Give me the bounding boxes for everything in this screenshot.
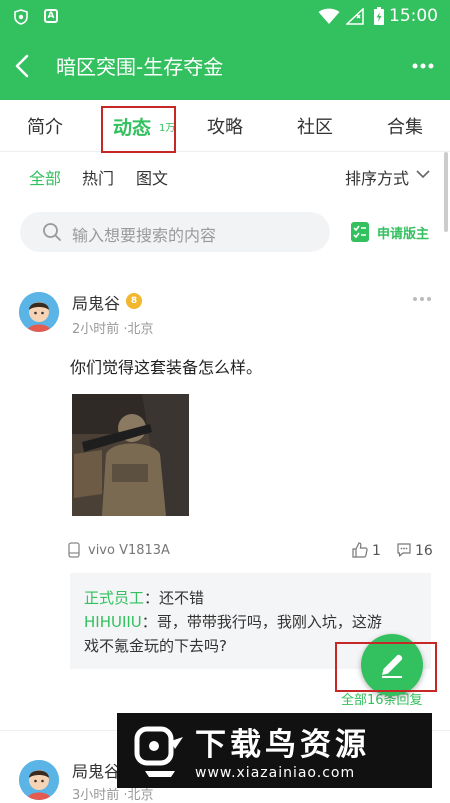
comment-icon[interactable] (396, 542, 412, 558)
soldier-photo-image (72, 394, 189, 516)
status-bar: A 15:00 (0, 0, 450, 34)
tab-guides[interactable]: 攻略 (207, 113, 243, 139)
filter-image-text[interactable]: 图文 (136, 165, 168, 189)
post-username[interactable]: 局鬼谷 (72, 290, 120, 314)
avatar[interactable] (19, 760, 59, 800)
chevron-down-icon[interactable] (416, 170, 430, 179)
search-icon (43, 223, 61, 241)
phone-icon (68, 542, 80, 558)
apply-moderator-label: 申请版主 (377, 227, 430, 242)
bird-logo-icon (134, 726, 183, 777)
font-icon: A (44, 9, 58, 23)
comment-text-continued: 戏不氪金玩的下去吗? (84, 637, 227, 655)
clock: 15:00 (389, 6, 438, 26)
page-title: 暗区突围-生存夺金 (56, 55, 224, 79)
more-icon[interactable] (412, 62, 434, 70)
back-arrow-icon[interactable] (14, 54, 30, 78)
wifi-icon (318, 8, 340, 24)
watermark-banner: 下载鸟资源 www.xiazainiao.com (117, 713, 432, 788)
post-meta: 2小时前 ·北京 (72, 322, 154, 337)
post-image[interactable] (72, 394, 189, 516)
signal-icon (346, 8, 364, 25)
comment-count: 16 (415, 543, 433, 559)
watermark-title: 下载鸟资源 (195, 727, 370, 763)
sort-dropdown[interactable]: 排序方式 (345, 165, 409, 189)
annotation-highlight-box (335, 642, 437, 692)
checklist-icon (351, 222, 369, 242)
filter-all[interactable]: 全部 (29, 165, 61, 189)
battery-charging-icon (374, 7, 384, 25)
comment-author[interactable]: 正式员工 (84, 589, 144, 607)
user-avatar-icon (19, 760, 59, 800)
like-count: 1 (372, 543, 381, 559)
app-bar: 暗区突围-生存夺金 (0, 34, 450, 100)
shield-icon (14, 9, 28, 25)
tab-bar: 简介 动态 1万 攻略 社区 合集 (0, 100, 450, 152)
comment-row: 正式员工：还不错 (84, 587, 204, 610)
thumbs-up-icon[interactable] (352, 542, 368, 558)
scrollbar[interactable] (444, 152, 448, 232)
watermark-url: www.xiazainiao.com (195, 765, 356, 781)
user-avatar-icon (19, 292, 59, 332)
comment-text: 哥，带带我行吗，我刚入坑，这游 (156, 613, 382, 631)
avatar[interactable] (19, 292, 59, 332)
search-input[interactable]: 输入想要搜索的内容 (20, 212, 330, 252)
search-placeholder: 输入想要搜索的内容 (72, 226, 217, 245)
post-username[interactable]: 局鬼谷 (72, 758, 120, 782)
post-device: vivo V1813A (88, 543, 170, 558)
comment-colon: ： (141, 613, 157, 631)
comment-colon: ： (144, 589, 160, 607)
post-more-icon[interactable] (412, 296, 432, 302)
comment-row: HIHUIIU：哥，带带我行吗，我刚入坑，这游 (84, 611, 382, 634)
post-content: 你们觉得这套装备怎么样。 (70, 358, 263, 377)
user-level-badge: 8 (126, 293, 142, 309)
annotation-highlight-box (101, 106, 176, 153)
filter-hot[interactable]: 热门 (82, 165, 114, 189)
tab-community[interactable]: 社区 (297, 113, 333, 139)
comment-author[interactable]: HIHUIIU (84, 613, 142, 631)
comment-text: 还不错 (159, 589, 205, 607)
tab-intro[interactable]: 简介 (27, 113, 63, 139)
tab-collections[interactable]: 合集 (387, 113, 423, 139)
